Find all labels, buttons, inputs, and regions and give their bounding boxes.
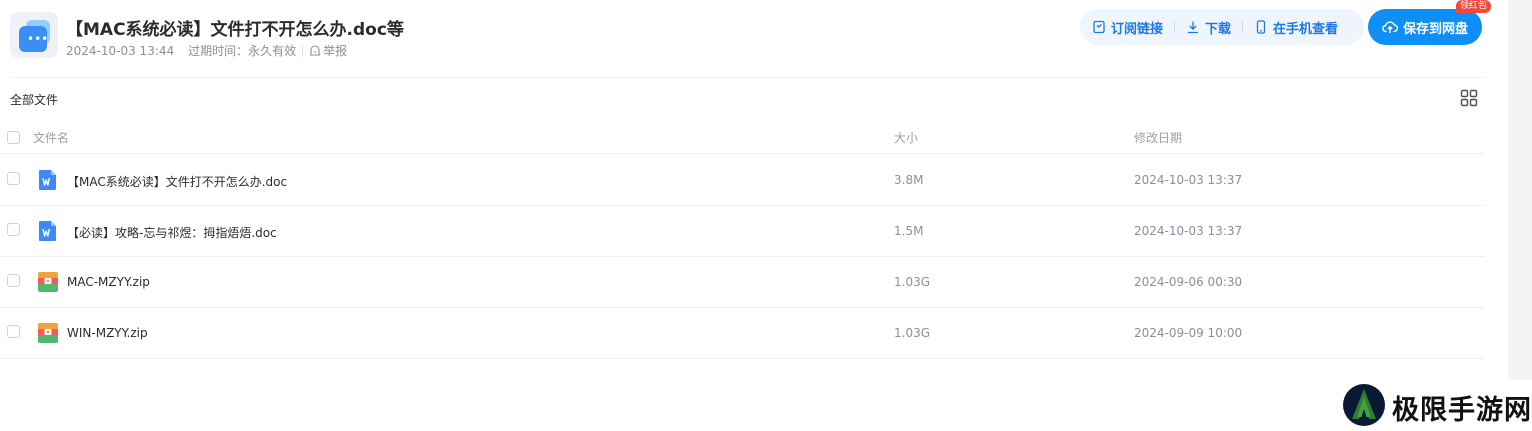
file-date: 2024-09-06 00:30 — [1134, 275, 1243, 289]
subscribe-link-button[interactable]: 订阅链接 — [1092, 18, 1163, 37]
view-on-mobile-label: 在手机查看 — [1273, 21, 1339, 37]
select-all-checkbox[interactable] — [7, 131, 20, 144]
download-label: 下载 — [1205, 21, 1232, 37]
view-on-mobile-button[interactable]: 在手机查看 — [1254, 18, 1338, 37]
table-row[interactable]: 【必读】攻略-忘与祁煜：拇指焐焐.doc 1.5M 2024-10-03 13:… — [0, 206, 1484, 257]
watermark: 极限手游网 — [1340, 380, 1532, 431]
shared-folder-icon: ••• — [10, 12, 58, 58]
meta-divider — [302, 44, 304, 57]
row-checkbox[interactable] — [7, 223, 20, 236]
zip-archive-icon — [38, 323, 58, 343]
breadcrumb[interactable]: 全部文件 — [10, 91, 58, 108]
file-name[interactable]: 【必读】攻略-忘与祁煜：拇指焐焐.doc — [67, 224, 277, 241]
row-checkbox[interactable] — [7, 274, 20, 287]
action-divider — [1174, 21, 1176, 33]
report-icon — [310, 44, 321, 56]
download-button[interactable]: 下载 — [1186, 18, 1231, 37]
share-title: 【MAC系统必读】文件打不开怎么办.doc等 — [66, 20, 404, 40]
file-size: 1.03G — [894, 326, 931, 340]
scrollbar-track[interactable] — [1508, 0, 1532, 380]
header-divider — [10, 77, 1484, 78]
grid-view-icon[interactable] — [1460, 89, 1478, 107]
share-page: ••• 【MAC系统必读】文件打不开怎么办.doc等 2024-10-03 13… — [0, 0, 1508, 431]
file-size: 3.8M — [894, 173, 924, 187]
report-link[interactable]: 举报 — [309, 42, 347, 59]
column-header-size[interactable]: 大小 — [894, 129, 918, 146]
save-to-drive-button[interactable]: 保存到网盘 — [1368, 9, 1482, 45]
file-date: 2024-09-09 10:00 — [1134, 326, 1243, 340]
table-row[interactable]: WIN-MZYY.zip 1.03G 2024-09-09 10:00 — [0, 308, 1484, 359]
file-size: 1.5M — [894, 224, 924, 238]
file-name[interactable]: MAC-MZYY.zip — [67, 275, 150, 289]
share-header: ••• 【MAC系统必读】文件打不开怎么办.doc等 2024-10-03 13… — [0, 0, 1508, 76]
action-divider — [1242, 21, 1244, 33]
column-header-name[interactable]: 文件名 — [33, 129, 69, 146]
zip-archive-icon — [38, 272, 58, 292]
action-group: 订阅链接 下载 在手机查看 — [1080, 9, 1364, 45]
bookmark-icon — [1093, 20, 1105, 34]
watermark-logo-icon — [1343, 384, 1385, 426]
file-date: 2024-10-03 13:37 — [1134, 173, 1243, 187]
table-row[interactable]: MAC-MZYY.zip 1.03G 2024-09-06 00:30 — [0, 257, 1484, 308]
row-checkbox[interactable] — [7, 172, 20, 185]
file-name[interactable]: 【MAC系统必读】文件打不开怎么办.doc — [67, 173, 287, 190]
watermark-text: 极限手游网 — [1392, 395, 1532, 426]
download-icon — [1188, 21, 1199, 34]
share-date: 2024-10-03 13:44 — [66, 43, 175, 58]
row-checkbox[interactable] — [7, 325, 20, 338]
expiry-value: 永久有效 — [248, 44, 297, 58]
word-doc-icon — [39, 221, 56, 241]
column-header-modified[interactable]: 修改日期 — [1134, 129, 1182, 146]
table-row[interactable]: 【MAC系统必读】文件打不开怎么办.doc 3.8M 2024-10-03 13… — [0, 155, 1484, 206]
file-date: 2024-10-03 13:37 — [1134, 224, 1243, 238]
save-to-drive-label: 保存到网盘 — [1402, 21, 1468, 37]
red-packet-badge[interactable]: 领红包 — [1456, 0, 1492, 13]
word-doc-icon — [39, 170, 56, 190]
table-header: 文件名 大小 修改日期 — [0, 120, 1484, 154]
file-size: 1.03G — [894, 275, 931, 289]
report-label: 举报 — [323, 44, 348, 58]
file-name[interactable]: WIN-MZYY.zip — [67, 326, 148, 340]
expiry-label: 过期时间： — [188, 44, 249, 58]
subscribe-link-label: 订阅链接 — [1111, 21, 1164, 37]
share-meta: 2024-10-03 13:44 过期时间： 永久有效 举报 — [66, 42, 347, 59]
cloud-upload-icon — [1382, 21, 1398, 33]
phone-icon — [1256, 20, 1266, 34]
